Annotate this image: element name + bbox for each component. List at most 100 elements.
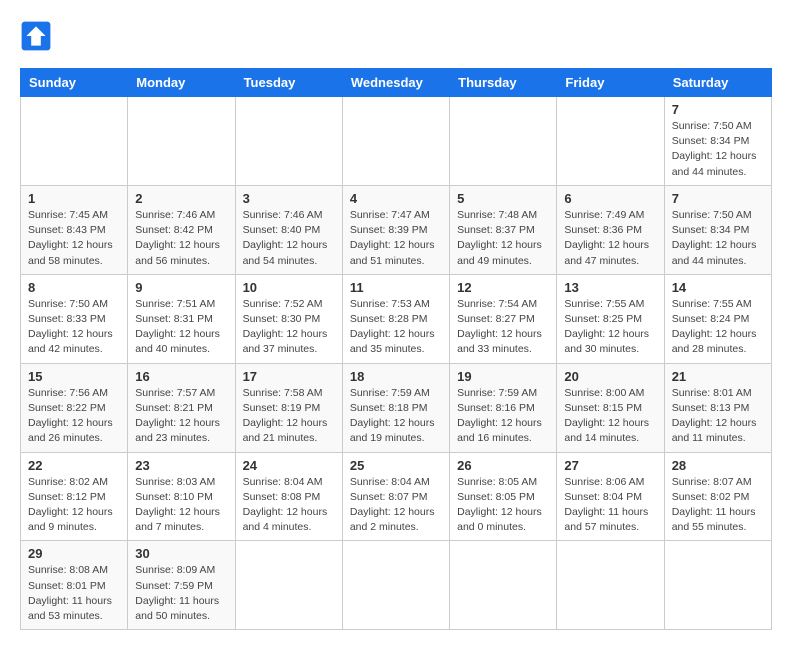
day-info: Sunrise: 7:57 AMSunset: 8:21 PMDaylight:… xyxy=(135,386,227,447)
day-number: 11 xyxy=(350,280,442,295)
calendar-cell: 24 Sunrise: 8:04 AMSunset: 8:08 PMDaylig… xyxy=(235,452,342,541)
day-number: 23 xyxy=(135,458,227,473)
day-info: Sunrise: 7:53 AMSunset: 8:28 PMDaylight:… xyxy=(350,297,442,358)
calendar-cell: 6 Sunrise: 7:49 AMSunset: 8:36 PMDayligh… xyxy=(557,185,664,274)
day-number: 15 xyxy=(28,369,120,384)
day-info: Sunrise: 8:09 AMSunset: 7:59 PMDaylight:… xyxy=(135,563,227,624)
day-number: 9 xyxy=(135,280,227,295)
calendar-cell: 16 Sunrise: 7:57 AMSunset: 8:21 PMDaylig… xyxy=(128,363,235,452)
day-number: 21 xyxy=(672,369,764,384)
calendar-cell xyxy=(342,541,449,630)
calendar-cell xyxy=(128,97,235,186)
day-info: Sunrise: 7:50 AMSunset: 8:34 PMDaylight:… xyxy=(672,208,764,269)
day-info: Sunrise: 7:59 AMSunset: 8:18 PMDaylight:… xyxy=(350,386,442,447)
calendar-week-row: 29 Sunrise: 8:08 AMSunset: 8:01 PMDaylig… xyxy=(21,541,772,630)
day-info: Sunrise: 8:00 AMSunset: 8:15 PMDaylight:… xyxy=(564,386,656,447)
calendar-week-row: 15 Sunrise: 7:56 AMSunset: 8:22 PMDaylig… xyxy=(21,363,772,452)
day-number: 8 xyxy=(28,280,120,295)
day-info: Sunrise: 8:07 AMSunset: 8:02 PMDaylight:… xyxy=(672,475,764,536)
day-number: 18 xyxy=(350,369,442,384)
day-info: Sunrise: 7:51 AMSunset: 8:31 PMDaylight:… xyxy=(135,297,227,358)
calendar-cell: 11 Sunrise: 7:53 AMSunset: 8:28 PMDaylig… xyxy=(342,274,449,363)
calendar-cell: 1 Sunrise: 7:45 AMSunset: 8:43 PMDayligh… xyxy=(21,185,128,274)
calendar-cell: 27 Sunrise: 8:06 AMSunset: 8:04 PMDaylig… xyxy=(557,452,664,541)
day-info: Sunrise: 7:46 AMSunset: 8:42 PMDaylight:… xyxy=(135,208,227,269)
calendar-cell: 7 Sunrise: 7:50 AMSunset: 8:34 PMDayligh… xyxy=(664,185,771,274)
calendar-cell: 4 Sunrise: 7:47 AMSunset: 8:39 PMDayligh… xyxy=(342,185,449,274)
calendar-cell xyxy=(557,541,664,630)
calendar-cell: 22 Sunrise: 8:02 AMSunset: 8:12 PMDaylig… xyxy=(21,452,128,541)
day-info: Sunrise: 8:08 AMSunset: 8:01 PMDaylight:… xyxy=(28,563,120,624)
day-info: Sunrise: 7:49 AMSunset: 8:36 PMDaylight:… xyxy=(564,208,656,269)
calendar-cell: 30 Sunrise: 8:09 AMSunset: 7:59 PMDaylig… xyxy=(128,541,235,630)
calendar-cell: 28 Sunrise: 8:07 AMSunset: 8:02 PMDaylig… xyxy=(664,452,771,541)
calendar-cell: 20 Sunrise: 8:00 AMSunset: 8:15 PMDaylig… xyxy=(557,363,664,452)
day-number: 22 xyxy=(28,458,120,473)
calendar-cell: 10 Sunrise: 7:52 AMSunset: 8:30 PMDaylig… xyxy=(235,274,342,363)
day-number: 14 xyxy=(672,280,764,295)
day-number: 26 xyxy=(457,458,549,473)
day-info: Sunrise: 8:04 AMSunset: 8:07 PMDaylight:… xyxy=(350,475,442,536)
weekday-header-row: SundayMondayTuesdayWednesdayThursdayFrid… xyxy=(21,69,772,97)
day-info: Sunrise: 8:01 AMSunset: 8:13 PMDaylight:… xyxy=(672,386,764,447)
day-number: 7 xyxy=(672,191,764,206)
calendar-cell: 3 Sunrise: 7:46 AMSunset: 8:40 PMDayligh… xyxy=(235,185,342,274)
day-info: Sunrise: 8:05 AMSunset: 8:05 PMDaylight:… xyxy=(457,475,549,536)
day-info: Sunrise: 7:59 AMSunset: 8:16 PMDaylight:… xyxy=(457,386,549,447)
day-number: 4 xyxy=(350,191,442,206)
calendar-cell: 19 Sunrise: 7:59 AMSunset: 8:16 PMDaylig… xyxy=(450,363,557,452)
day-number: 19 xyxy=(457,369,549,384)
calendar-week-row: 8 Sunrise: 7:50 AMSunset: 8:33 PMDayligh… xyxy=(21,274,772,363)
calendar-cell: 26 Sunrise: 8:05 AMSunset: 8:05 PMDaylig… xyxy=(450,452,557,541)
day-number: 1 xyxy=(28,191,120,206)
calendar-cell: 8 Sunrise: 7:50 AMSunset: 8:33 PMDayligh… xyxy=(21,274,128,363)
day-info: Sunrise: 8:04 AMSunset: 8:08 PMDaylight:… xyxy=(243,475,335,536)
day-info: Sunrise: 7:48 AMSunset: 8:37 PMDaylight:… xyxy=(457,208,549,269)
weekday-header: Tuesday xyxy=(235,69,342,97)
day-number: 12 xyxy=(457,280,549,295)
day-number: 5 xyxy=(457,191,549,206)
day-number: 10 xyxy=(243,280,335,295)
calendar-cell: 29 Sunrise: 8:08 AMSunset: 8:01 PMDaylig… xyxy=(21,541,128,630)
calendar-cell: 23 Sunrise: 8:03 AMSunset: 8:10 PMDaylig… xyxy=(128,452,235,541)
day-info: Sunrise: 7:52 AMSunset: 8:30 PMDaylight:… xyxy=(243,297,335,358)
day-number: 16 xyxy=(135,369,227,384)
calendar-week-row: 22 Sunrise: 8:02 AMSunset: 8:12 PMDaylig… xyxy=(21,452,772,541)
day-info: Sunrise: 7:55 AMSunset: 8:24 PMDaylight:… xyxy=(672,297,764,358)
day-number: 24 xyxy=(243,458,335,473)
day-info: Sunrise: 7:50 AMSunset: 8:34 PMDaylight:… xyxy=(672,119,764,180)
day-number: 6 xyxy=(564,191,656,206)
calendar-cell: 17 Sunrise: 7:58 AMSunset: 8:19 PMDaylig… xyxy=(235,363,342,452)
calendar-cell: 5 Sunrise: 7:48 AMSunset: 8:37 PMDayligh… xyxy=(450,185,557,274)
calendar-cell xyxy=(450,541,557,630)
weekday-header: Sunday xyxy=(21,69,128,97)
calendar-cell xyxy=(450,97,557,186)
weekday-header: Friday xyxy=(557,69,664,97)
day-info: Sunrise: 7:45 AMSunset: 8:43 PMDaylight:… xyxy=(28,208,120,269)
calendar-cell xyxy=(235,97,342,186)
page-header xyxy=(20,20,772,52)
calendar-cell: 18 Sunrise: 7:59 AMSunset: 8:18 PMDaylig… xyxy=(342,363,449,452)
logo xyxy=(20,20,58,52)
day-number: 2 xyxy=(135,191,227,206)
calendar-week-row: 7 Sunrise: 7:50 AMSunset: 8:34 PMDayligh… xyxy=(21,97,772,186)
calendar-cell: 25 Sunrise: 8:04 AMSunset: 8:07 PMDaylig… xyxy=(342,452,449,541)
calendar-week-row: 1 Sunrise: 7:45 AMSunset: 8:43 PMDayligh… xyxy=(21,185,772,274)
day-number: 7 xyxy=(672,102,764,117)
day-info: Sunrise: 7:56 AMSunset: 8:22 PMDaylight:… xyxy=(28,386,120,447)
day-number: 17 xyxy=(243,369,335,384)
calendar-cell: 9 Sunrise: 7:51 AMSunset: 8:31 PMDayligh… xyxy=(128,274,235,363)
day-number: 28 xyxy=(672,458,764,473)
calendar-cell xyxy=(557,97,664,186)
logo-icon xyxy=(20,20,52,52)
day-number: 25 xyxy=(350,458,442,473)
day-info: Sunrise: 8:06 AMSunset: 8:04 PMDaylight:… xyxy=(564,475,656,536)
weekday-header: Thursday xyxy=(450,69,557,97)
day-info: Sunrise: 7:46 AMSunset: 8:40 PMDaylight:… xyxy=(243,208,335,269)
calendar-table: SundayMondayTuesdayWednesdayThursdayFrid… xyxy=(20,68,772,630)
calendar-cell: 21 Sunrise: 8:01 AMSunset: 8:13 PMDaylig… xyxy=(664,363,771,452)
day-number: 13 xyxy=(564,280,656,295)
calendar-cell xyxy=(664,541,771,630)
calendar-cell: 14 Sunrise: 7:55 AMSunset: 8:24 PMDaylig… xyxy=(664,274,771,363)
day-info: Sunrise: 7:50 AMSunset: 8:33 PMDaylight:… xyxy=(28,297,120,358)
